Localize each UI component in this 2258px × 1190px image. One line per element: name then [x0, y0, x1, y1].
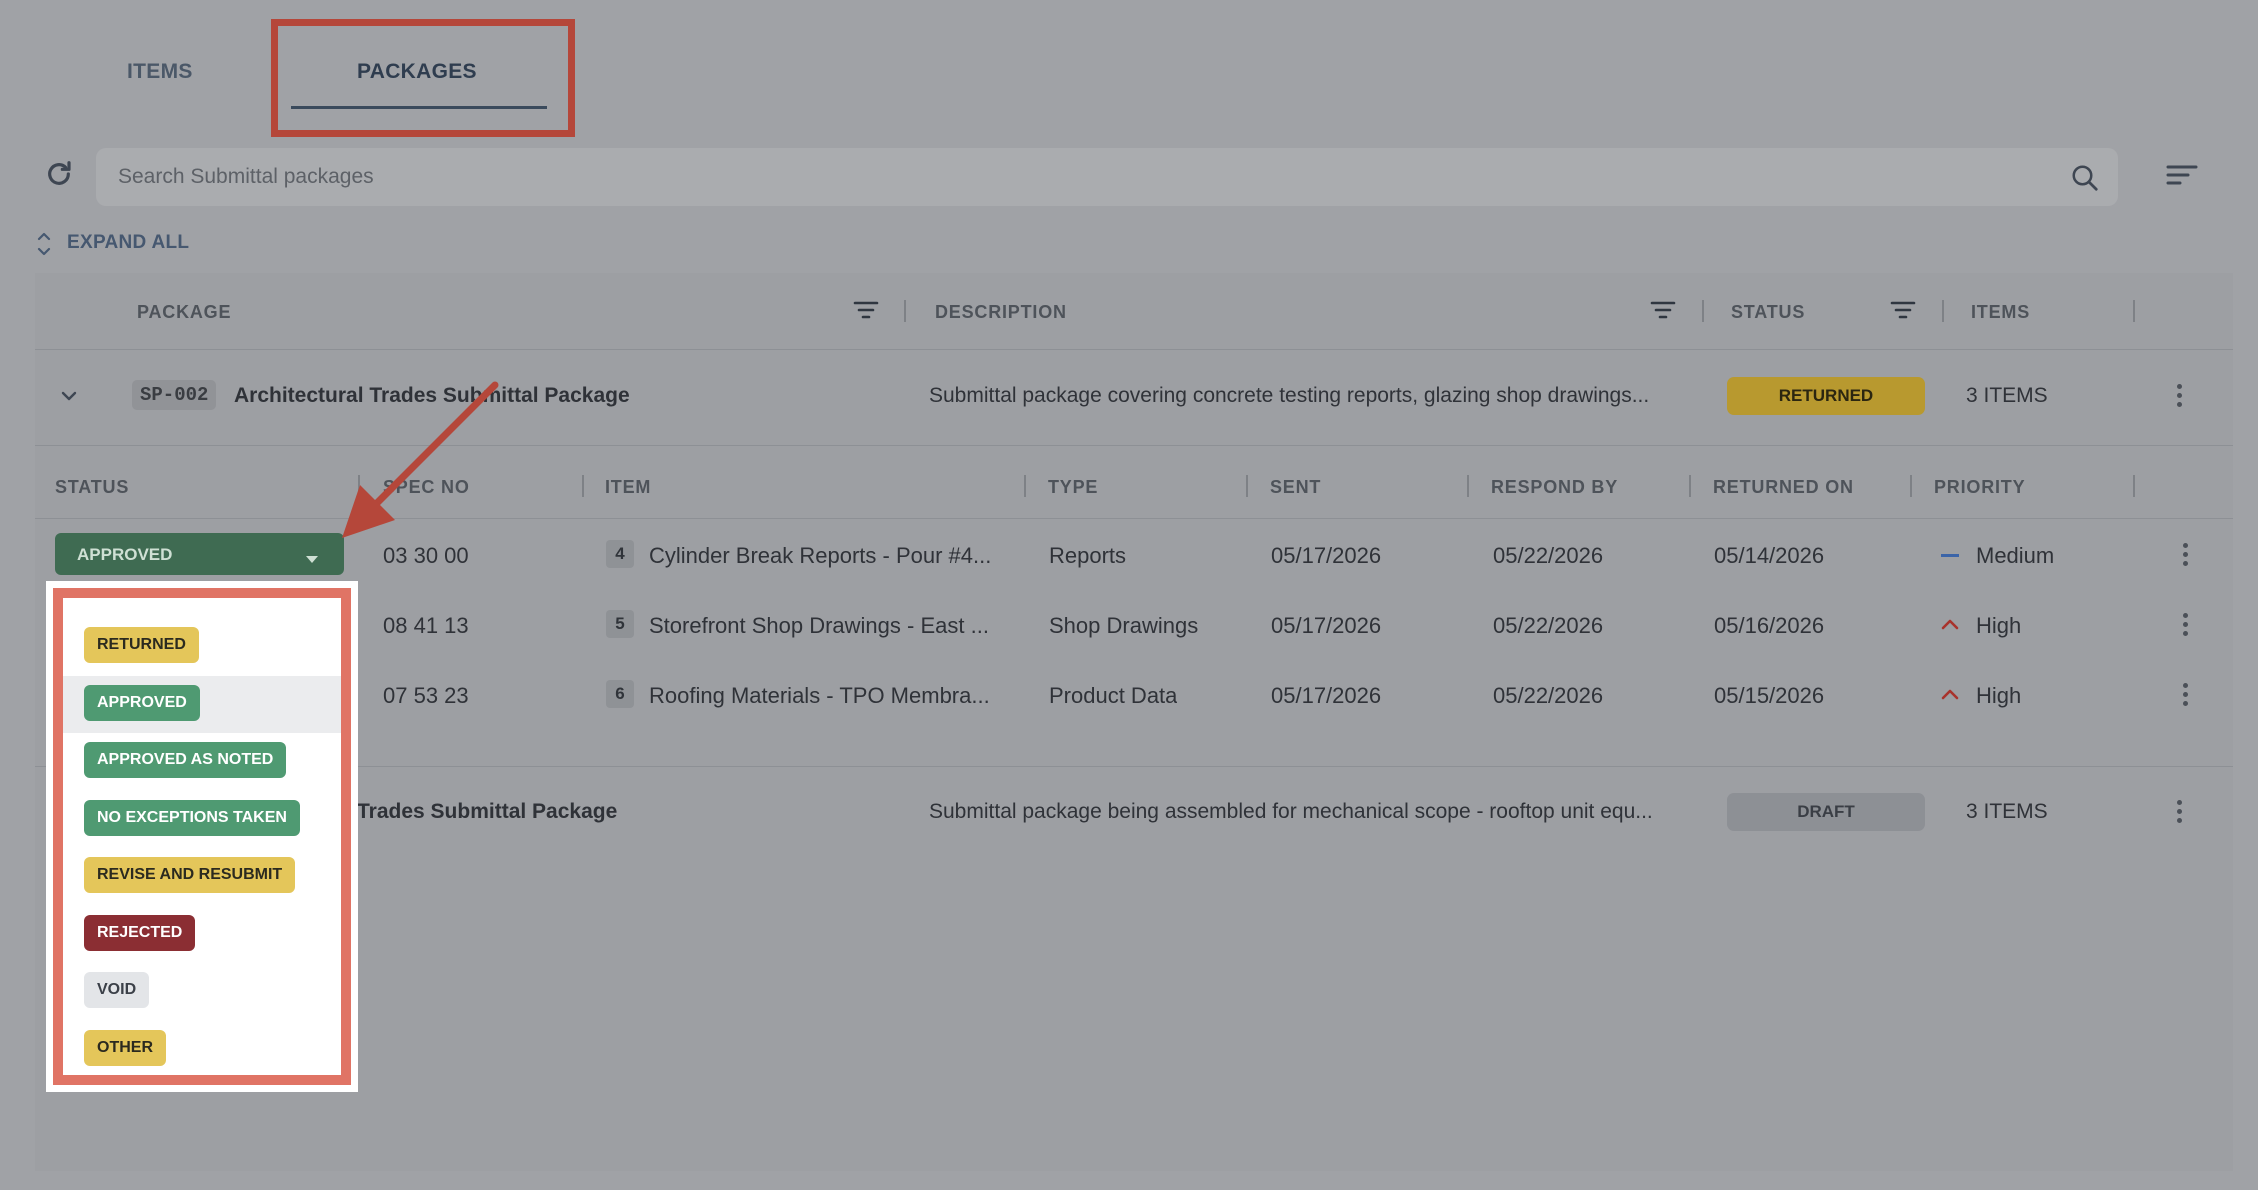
spec-no: 08 41 13 [383, 613, 469, 638]
spec-no: 07 53 23 [383, 683, 469, 708]
caret-down-icon [305, 549, 319, 569]
column-divider [1246, 475, 1248, 497]
package-title[interactable]: Trades Submittal Package [357, 800, 617, 824]
col-package: PACKAGE [137, 302, 232, 322]
column-divider [1467, 475, 1469, 497]
status-dropdown-menu: RETURNED APPROVED APPROVED AS NOTED NO E… [53, 588, 351, 1085]
filter-icon[interactable] [1650, 299, 1676, 326]
col-priority: PRIORITY [1934, 477, 2026, 497]
highlight-box [271, 19, 575, 137]
returned-on-date: 05/14/2026 [1714, 543, 1825, 568]
column-divider [582, 475, 584, 497]
sent-date: 05/17/2026 [1271, 683, 1382, 708]
package-items-count: 3 ITEMS [1966, 384, 2048, 407]
column-divider [1702, 300, 1704, 322]
sort-icon[interactable] [2166, 162, 2198, 195]
status-option-other[interactable]: OTHER [84, 1030, 166, 1066]
sent-date: 05/17/2026 [1271, 543, 1382, 568]
package-id-badge: SP-002 [132, 380, 217, 410]
expand-all-chevrons-icon[interactable] [36, 230, 52, 263]
item-title[interactable]: Cylinder Break Reports - Pour #4... [649, 543, 1011, 569]
col-status: STATUS [1731, 302, 1806, 322]
status-option-rejected[interactable]: REJECTED [84, 915, 196, 951]
more-options-icon[interactable] [2177, 800, 2183, 827]
sent-date: 05/17/2026 [1271, 613, 1382, 638]
annotation-arrow-icon [342, 381, 499, 538]
item-number-badge: 4 [606, 540, 634, 568]
collapse-chevron-icon[interactable] [58, 385, 80, 412]
priority-label: High [1976, 683, 2022, 708]
status-option-no-exceptions-taken[interactable]: NO EXCEPTIONS TAKEN [84, 800, 300, 836]
package-items-count: 3 ITEMS [1966, 800, 2048, 823]
refresh-icon[interactable] [43, 158, 75, 190]
package-description: Submittal package being assembled for me… [929, 800, 1653, 823]
status-select[interactable]: APPROVED [55, 533, 344, 575]
package-status-badge: RETURNED [1727, 377, 1925, 415]
priority-label: Medium [1976, 543, 2055, 568]
priority-label: High [1976, 613, 2022, 638]
item-title[interactable]: Roofing Materials - TPO Membra... [649, 683, 1011, 709]
status-option-returned[interactable]: RETURNED [84, 627, 199, 663]
priority-high-icon [1941, 687, 1959, 705]
col-sent: SENT [1270, 477, 1322, 497]
filter-icon[interactable] [853, 299, 879, 326]
col-returned-on: RETURNED ON [1713, 477, 1854, 497]
item-type: Shop Drawings [1049, 613, 1199, 638]
priority-medium-icon [1941, 554, 1959, 557]
item-type: Product Data [1049, 683, 1178, 708]
col-items: ITEMS [1971, 302, 2031, 322]
column-divider [1689, 475, 1691, 497]
status-option-approved[interactable]: APPROVED [84, 685, 200, 721]
returned-on-date: 05/15/2026 [1714, 683, 1825, 708]
search-input[interactable]: Search Submittal packages [96, 148, 2118, 206]
status-select-value: APPROVED [77, 545, 173, 564]
status-option-approved-as-noted[interactable]: APPROVED AS NOTED [84, 742, 287, 778]
respond-by-date: 05/22/2026 [1493, 613, 1604, 638]
returned-on-date: 05/16/2026 [1714, 613, 1825, 638]
more-options-icon[interactable] [2177, 384, 2183, 411]
status-option-revise-and-resubmit[interactable]: REVISE AND RESUBMIT [84, 857, 296, 893]
col-type: TYPE [1048, 477, 1099, 497]
status-option-void[interactable]: VOID [84, 972, 150, 1008]
row-divider [35, 766, 2233, 767]
filter-icon[interactable] [1890, 299, 1916, 326]
column-divider [1910, 475, 1912, 497]
column-divider [1942, 300, 1944, 322]
column-divider [2133, 300, 2135, 322]
package-status-badge: DRAFT [1727, 793, 1925, 831]
col-description: DESCRIPTION [935, 302, 1067, 322]
item-title[interactable]: Storefront Shop Drawings - East ... [649, 613, 1011, 639]
search-placeholder: Search Submittal packages [118, 165, 374, 188]
respond-by-date: 05/22/2026 [1493, 543, 1604, 568]
priority-high-icon [1941, 617, 1959, 635]
more-options-icon[interactable] [2183, 683, 2189, 710]
expand-all-button[interactable]: EXPAND ALL [67, 232, 189, 254]
respond-by-date: 05/22/2026 [1493, 683, 1604, 708]
more-options-icon[interactable] [2183, 613, 2189, 640]
col-item-status: STATUS [55, 477, 130, 497]
col-respond-by: RESPOND BY [1491, 477, 1619, 497]
search-icon[interactable] [2070, 163, 2100, 198]
col-item: ITEM [605, 477, 652, 497]
more-options-icon[interactable] [2183, 543, 2189, 570]
item-type: Reports [1049, 543, 1127, 568]
item-number-badge: 6 [606, 680, 634, 708]
column-divider [904, 300, 906, 322]
column-divider [1024, 475, 1026, 497]
item-number-badge: 5 [606, 610, 634, 638]
package-description: Submittal package covering concrete test… [929, 384, 1650, 407]
column-divider [2133, 475, 2135, 497]
tab-items[interactable]: ITEMS [127, 60, 193, 84]
row-divider [35, 349, 2233, 350]
